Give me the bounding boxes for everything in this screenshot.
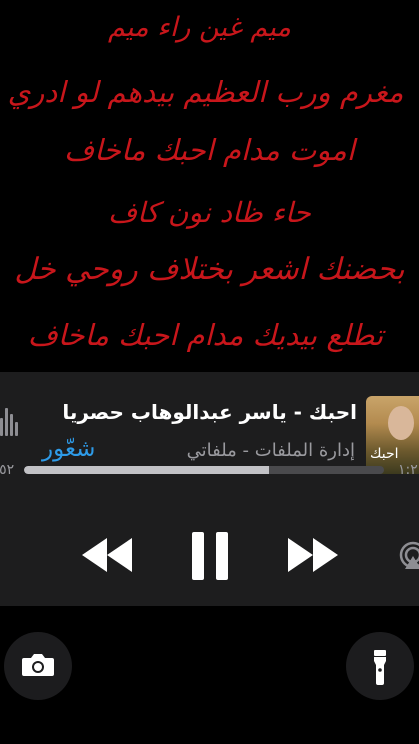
fast-forward-icon <box>288 538 338 572</box>
pause-button[interactable] <box>190 530 230 582</box>
album-art-label: احبك <box>370 446 399 462</box>
lyric-line: حاء ظاد نون كاف <box>108 196 311 229</box>
rewind-button[interactable] <box>80 536 134 574</box>
progress-bar[interactable] <box>24 466 384 474</box>
lyric-line: مغرم ورب العظيم بيدهم لو ادري <box>7 75 404 109</box>
flashlight-icon <box>374 650 386 685</box>
lyrics-background: ميم غين راء ميم مغرم ورب العظيم بيدهم لو… <box>0 0 419 372</box>
fast-forward-button[interactable] <box>286 536 340 574</box>
now-playing-widget: احبك احبك - ياسر عبدالوهاب حصريا إدارة ا… <box>0 372 419 606</box>
pause-icon <box>192 532 228 580</box>
lyric-line: تطلع بيديك مدام احبك ماخاف <box>27 318 384 352</box>
app-brand-label[interactable]: شعّور <box>42 436 95 462</box>
camera-icon <box>22 654 54 676</box>
track-title: احبك - ياسر عبدالوهاب حصريا <box>62 400 357 424</box>
audio-bars-icon <box>0 408 20 436</box>
lyric-line: بحضنك اشعر بختلاف روحي خل <box>14 252 405 287</box>
lyric-line: ميم غين راء ميم <box>108 12 291 43</box>
flashlight-button[interactable] <box>346 632 414 700</box>
airplay-icon <box>399 541 419 569</box>
progress-fill <box>24 466 269 474</box>
elapsed-time: ١:٢ <box>398 462 418 478</box>
rewind-icon <box>82 538 132 572</box>
lyric-line: اموت مدام احبك ماخاف <box>64 133 355 167</box>
airplay-button[interactable] <box>398 540 419 570</box>
remaining-time: -٥٢ <box>0 462 15 478</box>
camera-button[interactable] <box>4 632 72 700</box>
track-source: إدارة الملفات - ملفاتي <box>186 440 355 461</box>
